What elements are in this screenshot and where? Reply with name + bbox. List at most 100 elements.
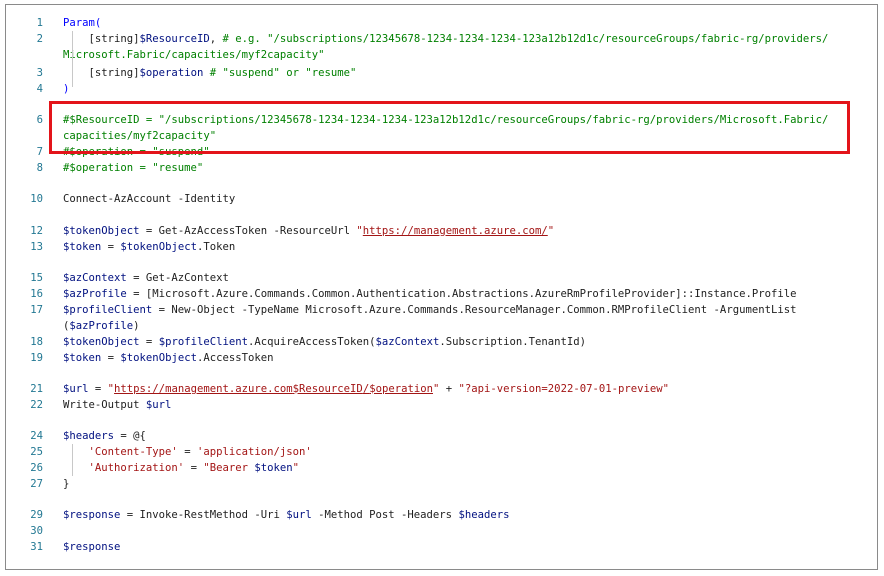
- code-token: =: [184, 462, 204, 474]
- line-number: 29: [30, 509, 43, 521]
- line-code: $tokenObject = Get-AzAccessToken -Resour…: [63, 223, 554, 239]
- line-code: $profileClient = New-Object -TypeName Mi…: [63, 302, 796, 318]
- indent-guide: [72, 444, 73, 476]
- line-number: 15: [30, 272, 43, 284]
- line-code: $token = $tokenObject.AccessToken: [63, 350, 274, 366]
- code-token: $response: [63, 541, 121, 553]
- code-token: -Method Post -Headers: [311, 509, 459, 521]
- code-token: $operation: [139, 67, 204, 79]
- line-code: #$operation = "resume": [63, 160, 203, 176]
- code-token: =: [177, 446, 197, 458]
- line-code: 'Content-Type' = 'application/json': [63, 444, 312, 460]
- code-token: # "suspend" or "resume": [209, 67, 357, 79]
- code-token: .AccessToken: [196, 352, 274, 364]
- code-token: $tokenObject: [120, 352, 197, 364]
- code-token: $token: [254, 462, 293, 474]
- line-number: 12: [30, 225, 43, 237]
- line-number: 26: [30, 462, 43, 474]
- line-number: 27: [30, 478, 43, 490]
- line-code: $azContext = Get-AzContext: [63, 270, 229, 286]
- code-token: https://management.azure.com: [114, 383, 293, 395]
- code-token: }: [63, 478, 70, 490]
- code-token: $profileClient: [63, 304, 153, 316]
- line-number: 21: [30, 383, 43, 395]
- code-token: ": [292, 462, 300, 474]
- line-code: $response: [63, 539, 120, 555]
- code-token: ,: [209, 33, 223, 45]
- line-number: 31: [30, 541, 43, 553]
- code-token: $ResourceID: [139, 33, 210, 45]
- code-token: =: [101, 352, 121, 364]
- line-code: [string]$operation # "suspend" or "resum…: [63, 65, 357, 81]
- line-number: 3: [36, 67, 43, 79]
- code-token: $url: [286, 509, 312, 521]
- code-token: ": [547, 225, 555, 237]
- line-code: $azProfile = [Microsoft.Azure.Commands.C…: [63, 286, 796, 302]
- code-token: $headers: [458, 509, 510, 521]
- line-code: }: [63, 476, 69, 492]
- line-code: 'Authorization' = "Bearer $token": [63, 460, 300, 476]
- code-token: #$operation = "resume": [63, 162, 204, 174]
- line-code: Write-Output $url: [63, 397, 171, 413]
- line-number: 2: [36, 33, 43, 45]
- code-token: 'application/json': [196, 446, 312, 458]
- code-token: Write-Output: [63, 399, 146, 411]
- code-token: $azContext: [375, 336, 440, 348]
- code-token: # e.g. "/subscriptions/12345678-1234-123…: [222, 33, 829, 45]
- line-number: 13: [30, 241, 43, 253]
- line-number: 6: [36, 114, 43, 126]
- indent-guide: [72, 31, 73, 87]
- code-token: $url: [145, 399, 172, 411]
- line-number: 22: [30, 399, 43, 411]
- code-token: .Token: [196, 241, 236, 253]
- code-editor[interactable]: 1 Param(2 [string]$ResourceID, # e.g. "/s…: [5, 4, 878, 570]
- code-token: = New-Object -TypeName Microsoft.Azure.C…: [152, 304, 797, 316]
- line-code: ($azProfile): [63, 318, 140, 334]
- code-token: = Get-AzAccessToken -ResourceUrl: [139, 225, 357, 237]
- line-code: Param(: [63, 15, 101, 31]
- line-number: 7: [36, 146, 43, 158]
- code-token: [string]: [63, 67, 140, 79]
- code-token: Param(: [63, 17, 102, 29]
- code-token: ): [63, 83, 70, 95]
- code-token: $ResourceID: [292, 383, 363, 395]
- line-number: 17: [30, 304, 43, 316]
- code-token: Microsoft.Fabric/capacities/myf2capacity…: [63, 49, 325, 61]
- code-token: $azProfile: [63, 288, 127, 300]
- line-code: $url = "https://management.azure.com$Res…: [63, 381, 669, 397]
- line-code: [string]$ResourceID, # e.g. "/subscripti…: [63, 31, 829, 47]
- code-token: $tokenObject: [63, 225, 140, 237]
- line-number: 25: [30, 446, 43, 458]
- line-code: Microsoft.Fabric/capacities/myf2capacity…: [63, 47, 325, 63]
- code-token: "Bearer: [203, 462, 255, 474]
- code-token: =: [101, 241, 121, 253]
- code-token: =: [139, 336, 159, 348]
- code-token: 'Authorization': [88, 462, 185, 474]
- code-token: $token: [63, 352, 102, 364]
- line-code: ): [63, 81, 69, 97]
- line-number: 8: [36, 162, 43, 174]
- code-token: $token: [63, 241, 102, 253]
- code-token: $url: [63, 383, 89, 395]
- code-token: $operation: [369, 383, 433, 395]
- code-token: ): [133, 320, 140, 332]
- code-token: 'Content-Type': [88, 446, 178, 458]
- line-number: 16: [30, 288, 43, 300]
- code-token: $profileClient: [158, 336, 248, 348]
- line-number: 10: [30, 193, 43, 205]
- code-token: Connect-AzAccount -Identity: [63, 193, 236, 205]
- code-token: +: [439, 383, 459, 395]
- code-token: .Subscription.TenantId): [439, 336, 587, 348]
- line-number: 30: [30, 525, 43, 537]
- line-code: $headers = @{: [63, 428, 146, 444]
- highlight-box: [49, 101, 850, 154]
- line-number: 24: [30, 430, 43, 442]
- line-code: $tokenObject = $profileClient.AcquireAcc…: [63, 334, 586, 350]
- code-token: = Get-AzContext: [126, 272, 229, 284]
- line-code: Connect-AzAccount -Identity: [63, 191, 235, 207]
- code-token: "?api-version=2022-07-01-preview": [458, 383, 669, 395]
- line-number: 4: [36, 83, 43, 95]
- code-token: $azProfile: [69, 320, 134, 332]
- code-token: $tokenObject: [120, 241, 197, 253]
- code-token: https://management.azure.com/: [362, 225, 548, 237]
